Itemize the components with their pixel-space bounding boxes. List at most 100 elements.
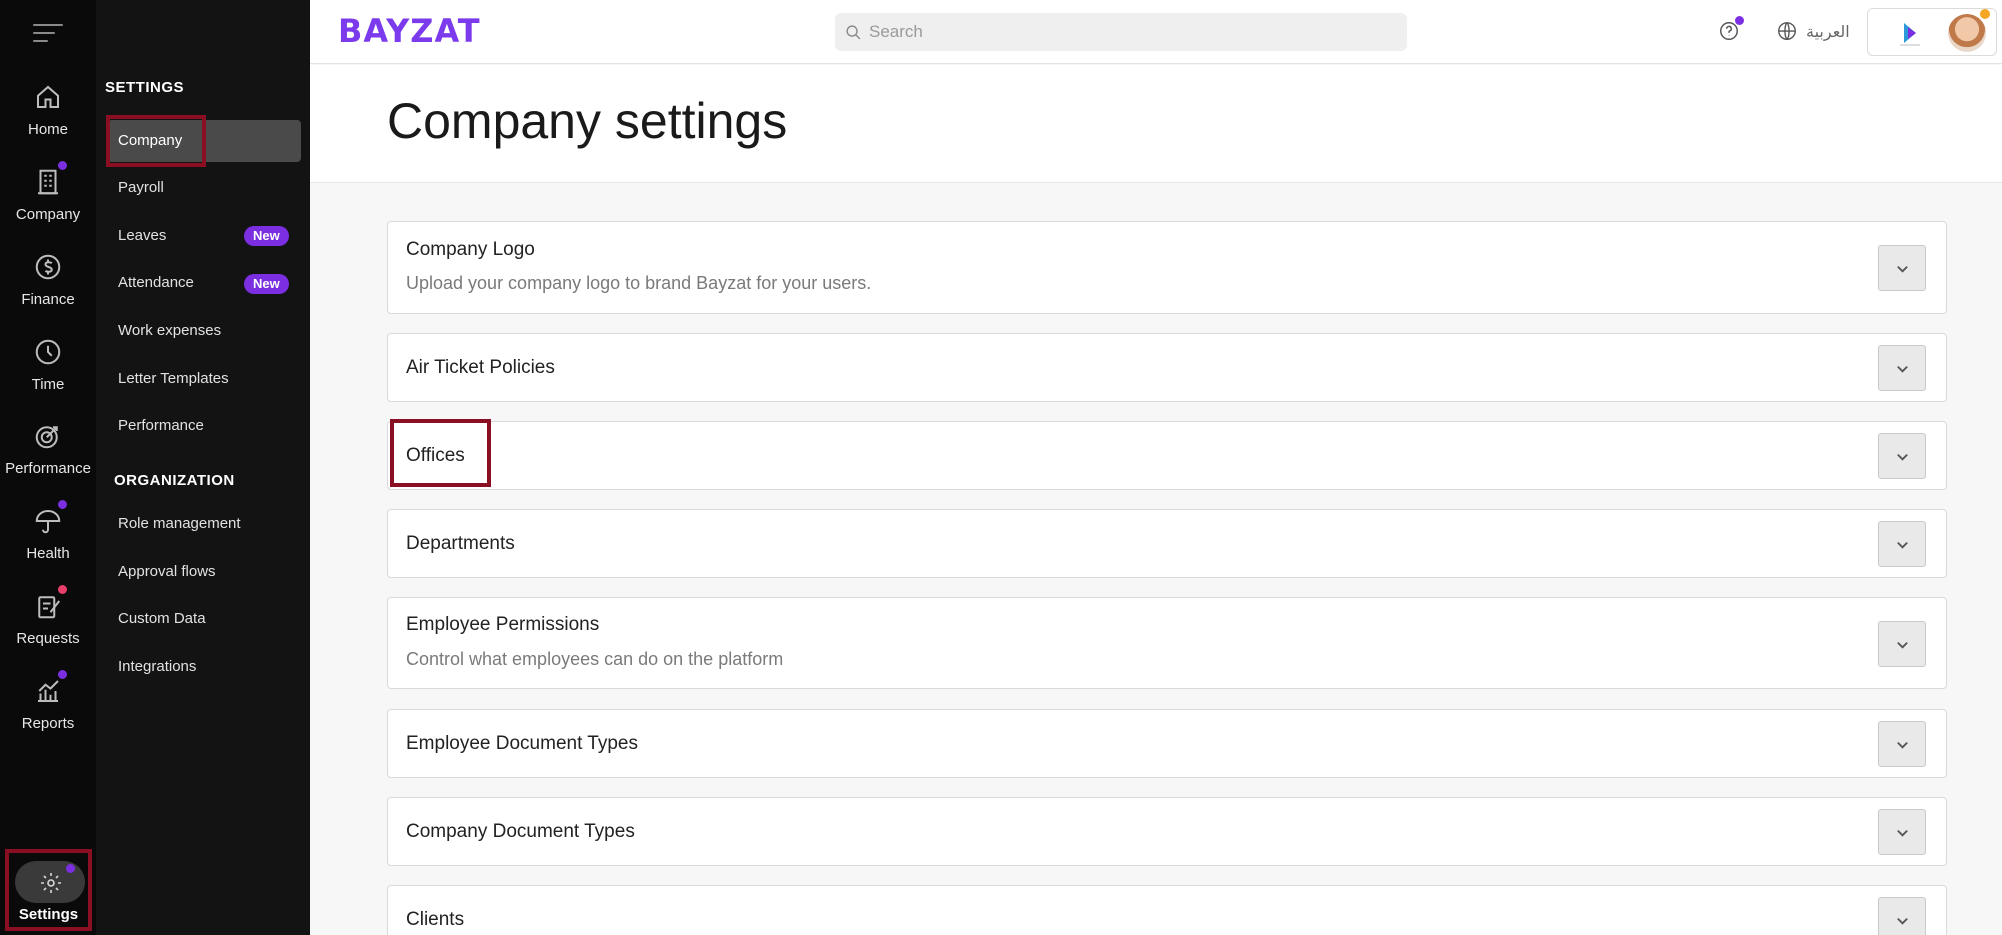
rail-item-home[interactable]: Home <box>0 82 96 162</box>
rail-item-label: Reports <box>21 715 75 732</box>
rail-item-label: Finance <box>21 291 75 308</box>
chevron-down-icon <box>1897 741 1908 749</box>
expand-button[interactable] <box>1878 521 1926 567</box>
card-title: Employee Permissions <box>406 614 600 635</box>
notification-dot <box>58 161 67 170</box>
clipboard-icon <box>33 585 67 621</box>
settings-card-company-logo[interactable]: Company Logo Upload your company logo to… <box>387 221 1947 314</box>
sidebar-item-performance[interactable]: Performance <box>118 417 204 434</box>
card-title: Air Ticket Policies <box>406 357 555 378</box>
rail-item-label: Time <box>31 376 65 393</box>
chevron-down-icon <box>1897 641 1908 649</box>
sidebar-item-attendance[interactable]: Attendance <box>118 274 194 291</box>
avatar <box>1948 14 1986 52</box>
rail-item-label: Performance <box>5 460 91 477</box>
settings-pill <box>15 861 85 903</box>
card-title: Company Logo <box>406 239 535 260</box>
icon-rail: Home Company Finance Time Performance He… <box>0 0 96 935</box>
rail-item-company[interactable]: Company <box>0 161 96 247</box>
chart-icon <box>33 670 67 706</box>
rail-item-settings[interactable]: Settings <box>5 849 92 931</box>
page-header: Company settings <box>310 65 2002 183</box>
expand-button[interactable] <box>1878 897 1926 935</box>
card-title: Employee Document Types <box>406 733 638 754</box>
settings-card-air-ticket-policies[interactable]: Air Ticket Policies <box>387 333 1947 402</box>
language-label: العربية <box>1806 22 1850 41</box>
rail-item-requests[interactable]: Requests <box>0 585 96 671</box>
settings-card-clients[interactable]: Clients <box>387 885 1947 935</box>
chevron-down-icon <box>1897 453 1908 461</box>
sidebar-item-work-expenses[interactable]: Work expenses <box>118 322 221 339</box>
chevron-down-icon <box>1897 265 1908 273</box>
rail-item-finance[interactable]: Finance <box>0 252 96 332</box>
settings-card-company-document-types[interactable]: Company Document Types <box>387 797 1947 866</box>
chevron-down-icon <box>1897 917 1908 925</box>
rail-item-performance[interactable]: Performance <box>0 421 96 501</box>
hamburger-menu-icon[interactable] <box>33 24 63 44</box>
card-title: Clients <box>406 909 465 930</box>
rail-item-label: Settings <box>18 906 79 923</box>
notification-dot <box>66 864 75 873</box>
expand-button[interactable] <box>1878 345 1926 391</box>
new-badge: New <box>244 226 289 246</box>
expand-button[interactable] <box>1878 809 1926 855</box>
help-button[interactable] <box>1718 16 1744 42</box>
settings-card-employee-permissions[interactable]: Employee Permissions Control what employ… <box>387 597 1947 689</box>
rail-item-reports[interactable]: Reports <box>0 670 96 756</box>
rail-item-label: Company <box>15 206 81 223</box>
top-bar: BAYZAT العربية <box>310 0 2002 64</box>
chevron-down-icon <box>1897 541 1908 549</box>
globe-icon <box>1778 22 1796 40</box>
settings-card-offices[interactable]: Offices <box>387 421 1947 490</box>
notification-dot <box>1735 16 1744 25</box>
settings-card-departments[interactable]: Departments <box>387 509 1947 578</box>
notification-dot <box>58 670 67 679</box>
umbrella-icon <box>33 500 67 536</box>
rail-item-label: Home <box>27 121 68 138</box>
sidebar-item-integrations[interactable]: Integrations <box>118 658 196 675</box>
gear-icon <box>41 873 61 893</box>
account-menu[interactable] <box>1867 8 1997 56</box>
settings-card-employee-document-types[interactable]: Employee Document Types <box>387 709 1947 778</box>
card-title: Departments <box>406 533 515 554</box>
search-input[interactable] <box>869 13 1389 51</box>
clock-icon <box>33 337 63 367</box>
rail-item-time[interactable]: Time <box>0 337 96 417</box>
sidebar-item-leaves[interactable]: Leaves <box>118 227 166 244</box>
dollar-icon <box>33 252 63 282</box>
section-heading-settings: SETTINGS <box>105 79 185 96</box>
target-icon <box>33 421 63 451</box>
sidebar-item-letter-templates[interactable]: Letter Templates <box>118 370 229 387</box>
sidebar-item-company[interactable]: Company <box>118 132 182 149</box>
new-badge: New <box>244 274 289 294</box>
company-logo-icon <box>1900 23 1920 46</box>
rail-item-label: Requests <box>16 630 80 647</box>
expand-button[interactable] <box>1878 433 1926 479</box>
expand-button[interactable] <box>1878 721 1926 767</box>
sidebar-item-custom-data[interactable]: Custom Data <box>118 610 206 627</box>
notification-dot <box>1980 9 1990 19</box>
rail-item-label: Health <box>26 545 70 562</box>
chevron-down-icon <box>1897 365 1908 373</box>
rail-item-health[interactable]: Health <box>0 500 96 586</box>
chevron-down-icon <box>1897 829 1908 837</box>
search-box[interactable] <box>835 13 1407 51</box>
highlight-box <box>390 419 491 487</box>
building-icon <box>33 161 67 197</box>
brand-logo[interactable]: BAYZAT <box>338 12 481 50</box>
page-title: Company settings <box>387 93 788 149</box>
sidebar-item-approval-flows[interactable]: Approval flows <box>118 563 216 580</box>
card-description: Control what employees can do on the pla… <box>406 649 784 669</box>
expand-button[interactable] <box>1878 621 1926 667</box>
expand-button[interactable] <box>1878 245 1926 291</box>
card-title: Company Document Types <box>406 821 635 842</box>
home-icon <box>33 82 63 112</box>
notification-dot <box>58 585 67 594</box>
card-description: Upload your company logo to brand Bayzat… <box>406 273 872 293</box>
section-heading-organization: ORGANIZATION <box>114 472 235 489</box>
sidebar-item-payroll[interactable]: Payroll <box>118 179 164 196</box>
sidebar-item-role-management[interactable]: Role management <box>118 515 241 532</box>
settings-sidebar: SETTINGS Company Payroll Leaves New Atte… <box>96 0 310 935</box>
search-icon <box>846 25 861 40</box>
notification-dot <box>58 500 67 509</box>
